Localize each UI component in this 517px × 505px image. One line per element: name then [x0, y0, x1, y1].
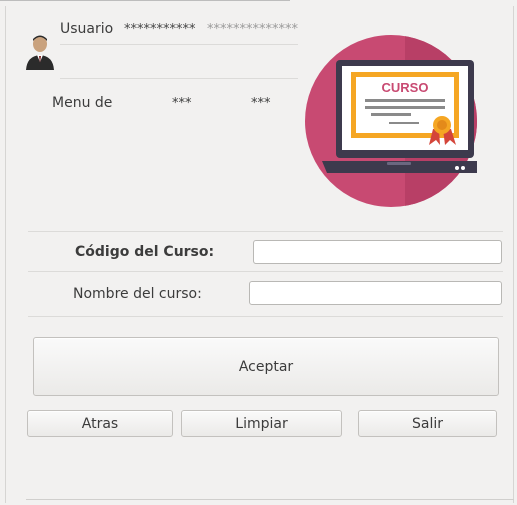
user-avatar-icon [24, 32, 56, 70]
usuario-value: *********** [124, 22, 196, 37]
usuario-extra: ************** [207, 22, 298, 37]
panel-bottom-divider [26, 499, 514, 500]
menu-value-2: *** [251, 96, 271, 111]
atras-button[interactable]: Atras [27, 410, 173, 437]
header-divider-2 [60, 78, 298, 79]
nombre-field[interactable] [249, 281, 502, 305]
salir-button[interactable]: Salir [358, 410, 497, 437]
header-divider [60, 44, 298, 45]
course-logo: CURSO [305, 21, 488, 221]
nombre-label: Nombre del curso: [73, 286, 202, 302]
codigo-label: Código del Curso: [75, 244, 215, 260]
menu-label: Menu de [52, 95, 113, 111]
limpiar-button[interactable]: Limpiar [181, 410, 342, 437]
top-divider [0, 0, 290, 1]
menu-value-1: *** [172, 96, 192, 111]
usuario-label: Usuario [60, 21, 114, 37]
aceptar-button[interactable]: Aceptar [33, 337, 499, 396]
form-divider-mid [28, 271, 503, 272]
logo-text: CURSO [382, 80, 429, 95]
form-divider-bottom [28, 316, 503, 317]
form-divider-top [28, 231, 503, 232]
codigo-field[interactable] [253, 240, 502, 264]
